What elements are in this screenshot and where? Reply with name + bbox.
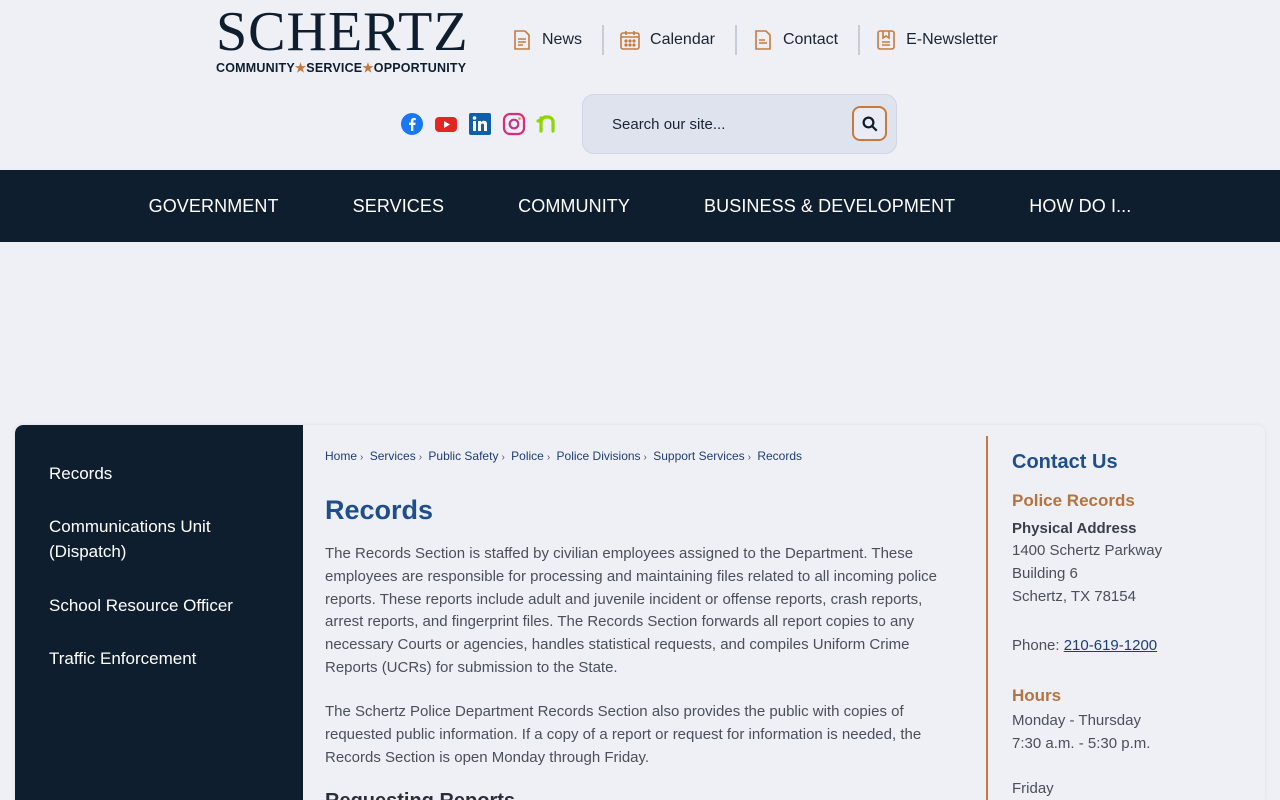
toplink-label: Contact: [782, 31, 839, 48]
toplink-calendar[interactable]: Calendar: [602, 25, 735, 55]
records-public-info-paragraph: The Schertz Police Department Records Se…: [325, 703, 922, 766]
hours-friday: Friday: [1012, 780, 1054, 797]
nav-government[interactable]: GOVERNMENT: [112, 196, 316, 217]
top-links: News Calendar Contact E-Newsletter: [510, 22, 1018, 58]
newsletter-icon: [877, 30, 895, 50]
breadcrumb: Home › Services › Public Safety › Police › P…: [325, 449, 802, 463]
sidebar-nav: Records Communications Unit (Dispatch) S…: [15, 425, 303, 800]
breadcrumb-support-services[interactable]: Support Services: [653, 449, 744, 463]
address-label: Physical Address: [1012, 520, 1137, 537]
address-line-3: Schertz, TX 78154: [1012, 588, 1136, 605]
sidebar-item-communications-unit[interactable]: Communications Unit (Dispatch): [49, 514, 279, 564]
toplink-news[interactable]: News: [510, 25, 602, 55]
breadcrumb-police-divisions[interactable]: Police Divisions: [557, 449, 641, 463]
linkedin-icon[interactable]: [468, 112, 492, 136]
toplink-contact[interactable]: Contact: [734, 25, 858, 55]
site-search: [582, 94, 897, 154]
breadcrumb-police[interactable]: Police: [511, 449, 544, 463]
nav-services[interactable]: SERVICES: [316, 196, 482, 217]
search-button[interactable]: [852, 106, 887, 141]
social-links: [400, 112, 560, 136]
nav-business-development[interactable]: BUSINESS & DEVELOPMENT: [667, 196, 992, 217]
phone-link[interactable]: 210-619-1200: [1064, 637, 1157, 654]
address-line-1: 1400 Schertz Parkway: [1012, 542, 1163, 559]
logo-wordmark: SCHERTZ: [216, 1, 469, 63]
toplink-label: News: [542, 31, 583, 48]
contact-icon: [755, 30, 771, 50]
breadcrumb-home[interactable]: Home: [325, 449, 357, 463]
site-header: SCHERTZ COMMUNITY★SERVICE★OPPORTUNITY Ne…: [0, 0, 1280, 170]
sidebar-item-records[interactable]: Records: [49, 461, 279, 486]
breadcrumb-public-safety[interactable]: Public Safety: [428, 449, 498, 463]
toplink-label: Calendar: [650, 31, 715, 48]
contact-panel: Contact Us Police Records Physical Addre…: [986, 436, 1246, 800]
facebook-icon[interactable]: [400, 112, 424, 136]
nextdoor-icon[interactable]: [536, 112, 560, 136]
phone-label: Phone:: [1012, 637, 1060, 654]
instagram-icon[interactable]: [502, 112, 526, 136]
nav-community[interactable]: COMMUNITY: [481, 196, 667, 217]
search-input[interactable]: [598, 108, 838, 140]
sidebar-item-school-resource-officer[interactable]: School Resource Officer: [49, 593, 279, 618]
contact-title: Contact Us: [1012, 451, 1118, 473]
phone-row: Phone: 210-619-1200: [1012, 634, 1157, 657]
calendar-icon: [620, 31, 640, 50]
breadcrumb-services[interactable]: Services: [370, 449, 416, 463]
main-navigation: GOVERNMENT SERVICES COMMUNITY BUSINESS &…: [0, 170, 1280, 242]
contact-name: Police Records: [1012, 491, 1135, 510]
toplink-enewsletter[interactable]: E-Newsletter: [858, 25, 1018, 55]
youtube-icon[interactable]: [434, 112, 458, 136]
hours-title: Hours: [1012, 686, 1062, 705]
content-card: Records Communications Unit (Dispatch) S…: [15, 425, 1265, 800]
search-icon: [862, 116, 878, 132]
news-icon: [514, 30, 530, 50]
logo-tagline: COMMUNITY★SERVICE★OPPORTUNITY: [216, 61, 467, 75]
sidebar-item-traffic-enforcement[interactable]: Traffic Enforcement: [49, 646, 279, 671]
breadcrumb-records[interactable]: Records: [757, 449, 802, 463]
nav-how-do-i[interactable]: HOW DO I...: [992, 196, 1168, 217]
hours-line-2: 7:30 a.m. - 5:30 p.m.: [1012, 735, 1151, 752]
toplink-label: E-Newsletter: [906, 31, 998, 48]
address-line-2: Building 6: [1012, 565, 1078, 582]
page-title: Records: [325, 495, 434, 525]
hours-line-1: Monday - Thursday: [1012, 712, 1141, 729]
records-intro-paragraph: The Records Section is staffed by civili…: [325, 545, 938, 676]
site-logo[interactable]: SCHERTZ COMMUNITY★SERVICE★OPPORTUNITY: [216, 1, 469, 76]
requesting-reports-heading: Requesting Reports: [325, 790, 515, 800]
